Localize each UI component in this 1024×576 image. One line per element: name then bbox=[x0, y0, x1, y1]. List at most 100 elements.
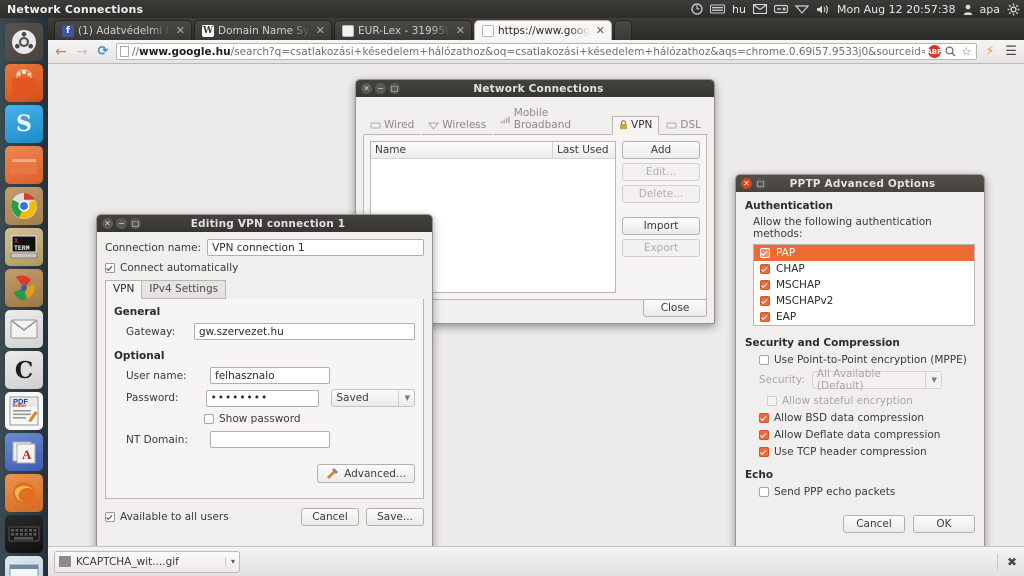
close-icon[interactable]: ✕ bbox=[361, 83, 372, 94]
search-icon[interactable] bbox=[944, 45, 957, 59]
password-store-select[interactable]: Saved ▼ bbox=[331, 389, 415, 407]
auth-method-checkbox[interactable] bbox=[760, 312, 770, 322]
echo-row[interactable]: Send PPP echo packets bbox=[745, 486, 975, 498]
browser-tab-2[interactable]: EUR-Lex - 31995L0046 - H ✕ bbox=[334, 20, 472, 40]
launcher-item-firefox-icon[interactable] bbox=[5, 474, 43, 512]
bluetooth-icon[interactable] bbox=[773, 4, 788, 14]
tab-close-icon[interactable]: ✕ bbox=[454, 25, 465, 36]
clock[interactable]: Mon Aug 12 20:57:38 bbox=[837, 3, 956, 16]
nt-domain-input[interactable] bbox=[210, 431, 330, 448]
network-connections-titlebar[interactable]: ✕ − □ Network Connections bbox=[356, 80, 714, 97]
add-button[interactable]: Add bbox=[622, 141, 700, 159]
import-button[interactable]: Import bbox=[622, 217, 700, 235]
reload-icon[interactable]: ⟳ bbox=[95, 43, 111, 60]
auth-method-row-mschapv2[interactable]: MSCHAPv2 bbox=[754, 293, 974, 309]
tab-mobile-broadband[interactable]: Mobile Broadband bbox=[493, 104, 613, 135]
launcher-item-skype-icon[interactable]: S bbox=[5, 105, 43, 143]
auth-method-checkbox[interactable] bbox=[760, 264, 770, 274]
show-password-row[interactable]: Show password bbox=[114, 413, 415, 425]
connect-automatically-checkbox[interactable] bbox=[105, 263, 115, 273]
auth-method-row-mschap[interactable]: MSCHAP bbox=[754, 277, 974, 293]
connect-automatically-row[interactable]: Connect automatically bbox=[105, 262, 424, 274]
new-tab-button[interactable] bbox=[614, 20, 632, 40]
gateway-input[interactable]: gw.szervezet.hu bbox=[194, 323, 415, 340]
keyboard-layout-label[interactable]: hu bbox=[732, 3, 746, 16]
save-button[interactable]: Save... bbox=[366, 508, 424, 526]
maximize-icon[interactable]: □ bbox=[755, 178, 766, 189]
tab-close-icon[interactable]: ✕ bbox=[314, 25, 325, 36]
username-input[interactable]: felhasznalo bbox=[210, 367, 330, 384]
browser-tab-0[interactable]: f (1) Adatvédelmi beállítás ✕ bbox=[54, 20, 192, 40]
maximize-icon[interactable]: □ bbox=[130, 218, 141, 229]
maximize-icon[interactable]: □ bbox=[389, 83, 400, 94]
column-header-last-used[interactable]: Last Used bbox=[553, 142, 615, 158]
echo-checkbox[interactable] bbox=[759, 487, 769, 497]
minimize-icon[interactable]: − bbox=[375, 83, 386, 94]
sync-icon[interactable] bbox=[691, 3, 703, 15]
cancel-button[interactable]: Cancel bbox=[843, 515, 905, 533]
auth-method-row-chap[interactable]: CHAP bbox=[754, 261, 974, 277]
bsd-row[interactable]: Allow BSD data compression bbox=[745, 412, 975, 424]
tcp-checkbox[interactable] bbox=[759, 447, 769, 457]
launcher-item-software-center-icon[interactable] bbox=[5, 64, 43, 102]
adblock-icon[interactable]: ABP bbox=[926, 45, 942, 58]
url-input[interactable]: //www.google.hu/search?q=csatlakozási+ké… bbox=[115, 43, 978, 60]
auth-method-row-eap[interactable]: EAP bbox=[754, 309, 974, 325]
lightning-icon[interactable]: ⚡ bbox=[982, 43, 998, 60]
forward-arrow-icon[interactable]: → bbox=[74, 43, 90, 60]
wifi-icon[interactable] bbox=[794, 4, 809, 14]
back-arrow-icon[interactable]: ← bbox=[53, 43, 69, 60]
tab-ipv4-settings[interactable]: IPv4 Settings bbox=[142, 280, 227, 299]
launcher-item-pdf-editor-icon[interactable]: PDF Editor bbox=[5, 392, 43, 430]
user-icon[interactable] bbox=[963, 4, 973, 15]
browser-tab-1[interactable]: W Domain Name System - W ✕ bbox=[194, 20, 332, 40]
download-item[interactable]: KCAPTCHA_wit....gif ▾ bbox=[54, 550, 240, 573]
page-info-icon[interactable] bbox=[119, 46, 129, 57]
envelope-icon[interactable] bbox=[752, 4, 767, 14]
star-icon[interactable]: ☆ bbox=[960, 45, 973, 59]
auth-method-checkbox[interactable] bbox=[760, 280, 770, 290]
ok-button[interactable]: OK bbox=[913, 515, 975, 533]
download-item-menu-arrow[interactable]: ▾ bbox=[224, 557, 235, 566]
available-all-users-row[interactable]: Available to all users bbox=[105, 511, 301, 523]
auth-method-checkbox[interactable] bbox=[760, 248, 770, 258]
password-input[interactable]: •••••••• bbox=[205, 389, 320, 407]
launcher-item-files-icon[interactable] bbox=[5, 146, 43, 184]
advanced-button[interactable]: Advanced... bbox=[317, 464, 415, 483]
launcher-item-crossover-icon[interactable]: C bbox=[5, 351, 43, 389]
keyboard-icon[interactable] bbox=[710, 4, 726, 14]
minimize-icon[interactable]: − bbox=[116, 218, 127, 229]
deflate-row[interactable]: Allow Deflate data compression bbox=[745, 429, 975, 441]
tcp-row[interactable]: Use TCP header compression bbox=[745, 446, 975, 458]
browser-tab-3[interactable]: https://www.google.hu/se ✕ bbox=[474, 20, 612, 40]
launcher-item-ubuntu-dash-icon[interactable] bbox=[5, 23, 43, 61]
launcher-item-window-app-icon[interactable] bbox=[5, 556, 43, 576]
tab-dsl[interactable]: DSL bbox=[659, 116, 708, 135]
cancel-button[interactable]: Cancel bbox=[301, 508, 359, 526]
connection-name-input[interactable]: VPN connection 1 bbox=[207, 239, 424, 256]
launcher-item-xterm-icon[interactable]: X TERM bbox=[5, 228, 43, 266]
launcher-item-pitivi-icon[interactable] bbox=[5, 269, 43, 307]
available-all-users-checkbox[interactable] bbox=[105, 512, 115, 522]
vpn-editor-titlebar[interactable]: ✕ − □ Editing VPN connection 1 bbox=[97, 215, 432, 232]
tab-wireless[interactable]: Wireless bbox=[421, 116, 494, 135]
tab-close-icon[interactable]: ✕ bbox=[594, 25, 605, 36]
tab-vpn[interactable]: VPN bbox=[105, 280, 143, 299]
close-icon[interactable]: ✕ bbox=[741, 178, 752, 189]
auth-method-row-pap[interactable]: PAP bbox=[754, 245, 974, 261]
column-header-name[interactable]: Name bbox=[371, 142, 553, 158]
volume-icon[interactable] bbox=[816, 4, 830, 15]
launcher-item-mail-icon[interactable] bbox=[5, 310, 43, 348]
launcher-item-keyboard-layout-icon[interactable] bbox=[5, 515, 43, 553]
tab-wired[interactable]: Wired bbox=[363, 116, 422, 135]
pptp-titlebar[interactable]: ✕ □ PPTP Advanced Options bbox=[736, 175, 984, 192]
launcher-item-acrobat-reader-icon[interactable]: A bbox=[5, 433, 43, 471]
tab-close-icon[interactable]: ✕ bbox=[174, 25, 185, 36]
auth-method-checkbox[interactable] bbox=[760, 296, 770, 306]
close-button[interactable]: Close bbox=[643, 299, 707, 317]
auth-methods-list[interactable]: PAP CHAP MSCHAP MSCHAPv2 EAP bbox=[753, 244, 975, 326]
tab-vpn[interactable]: VPN bbox=[612, 116, 660, 135]
gear-icon[interactable] bbox=[1007, 3, 1020, 16]
user-name-label[interactable]: apa bbox=[980, 3, 1000, 16]
bsd-checkbox[interactable] bbox=[759, 413, 769, 423]
